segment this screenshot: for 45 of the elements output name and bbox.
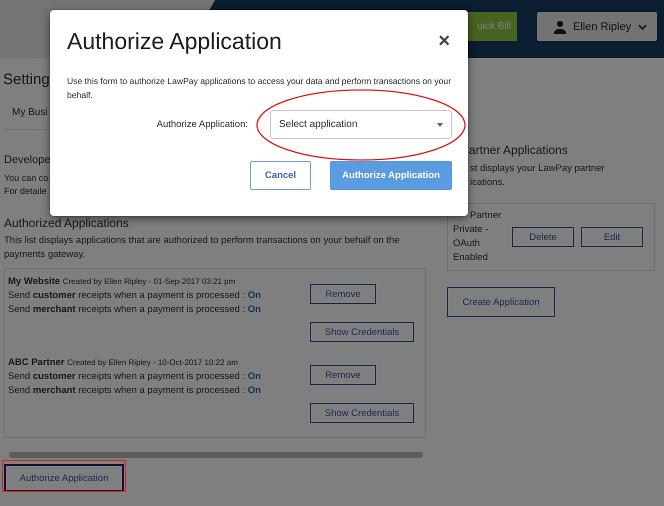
partner-app-detail: Enabled [453,251,489,265]
app-action-button[interactable]: Show Credentials [310,322,414,342]
settings-tab[interactable]: My Busi [12,107,48,118]
page-title: Setting [3,70,50,90]
create-application-button[interactable]: Create Application [447,287,555,317]
application-select[interactable]: Select application [270,110,452,139]
section-text: ications. [469,176,506,190]
app-name: My Website [8,276,60,287]
scrollbar[interactable] [9,452,423,458]
chevron-down-icon [638,24,647,30]
app-action-button[interactable]: Remove [310,365,376,385]
setting-value: On [248,371,261,382]
app-action-button[interactable]: Remove [310,284,376,304]
setting-text: Send merchant receipts when a payment is processed : [8,304,246,315]
cancel-button[interactable]: Cancel [250,161,311,190]
app-created-info: Created by Ellen Ripley - 01-Sep-2017 03:21 pm [62,277,236,286]
section-text: For detaile [4,185,47,198]
partner-action-button[interactable]: Delete [512,227,574,247]
user-menu-button[interactable]: Ellen Ripley [537,12,657,41]
setting-value: On [248,304,261,315]
field-label: Authorize Application: [157,119,248,130]
partner-action-button[interactable]: Edit [581,227,643,247]
authorize-application-button[interactable]: Authorize Application [4,464,124,492]
partner-app-detail: OAuth [453,237,481,251]
authorize-button[interactable]: Authorize Application [330,161,452,190]
app-created-info: Created by Ellen Ripley - 10-Oct-2017 10:22 am [67,358,238,367]
person-icon [553,20,567,34]
caret-icon [437,122,443,126]
app-action-button[interactable]: Show Credentials [310,403,414,423]
section-heading: Develope [4,153,50,168]
setting-text: Send customer receipts when a payment is processed : [8,371,246,382]
setting-value: On [248,385,261,396]
modal-title: Authorize Application [67,28,282,54]
setting-value: On [248,290,261,301]
modal-description: Use this form to authorize LawPay applications to access your data and perform transactions on your behalf. [67,75,452,102]
setting-text: Send customer receipts when a payment is processed : [8,290,246,301]
section-heading: artner Applications [468,142,569,158]
section-text: st displays your LawPay partner [469,162,606,176]
section-heading: Authorized Applications [4,215,130,231]
section-text: You can co [4,172,48,185]
setting-text: Send merchant receipts when a payment is processed : [8,385,246,396]
app-name: ABC Partner [8,357,64,368]
section-description: This list displays applications that are authorized to perform transactions on your behalf on the payments gateway. [4,234,401,262]
partner-app-detail: Private - [453,223,490,237]
partner-app-name: Partner [469,209,502,223]
